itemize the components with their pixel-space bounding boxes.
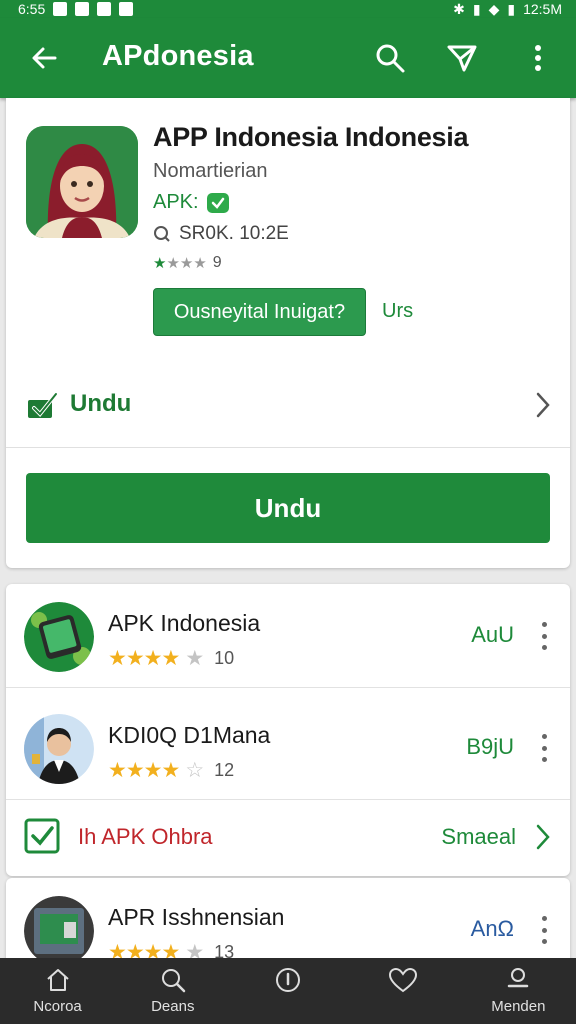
- list-item[interactable]: KDI0Q D1Mana ★★★★ ☆ 12 B9jU: [6, 696, 570, 800]
- related-apps-list: APK Indonesia ★★★★ ★ 10 AuU KDI0Q D1Mana …: [6, 584, 570, 876]
- status-time: 6:55: [18, 1, 46, 17]
- apk-row: APK:: [153, 191, 229, 214]
- promo-row-text: Ih APK Ohbra: [78, 824, 213, 849]
- list-item-action[interactable]: B9jU: [466, 734, 514, 760]
- profile-icon: [508, 968, 529, 988]
- nav-item-search[interactable]: Deans: [123, 958, 223, 1015]
- nav-item-home[interactable]: Ncoroa: [8, 958, 108, 1015]
- promo-side-link[interactable]: Urs: [382, 300, 413, 323]
- app-icon: [26, 126, 138, 238]
- verified-badge-icon: [206, 192, 229, 213]
- search-button[interactable]: [372, 40, 408, 76]
- app-bar: APdonesia: [0, 18, 576, 98]
- share-button[interactable]: [444, 40, 480, 76]
- more-vert-icon: [535, 45, 541, 71]
- notification-icon: [75, 2, 90, 16]
- nav-item-label: Menden: [491, 998, 546, 1015]
- status-bar: 6:55 ✱ ▮ ◆ ▮ 12:5M: [0, 0, 576, 18]
- promo-row[interactable]: Ih APK Ohbra Smaeal: [6, 800, 570, 876]
- app-avatar: [24, 714, 94, 784]
- promo-button[interactable]: Ousneyital Inuigat?: [153, 288, 366, 336]
- search-icon: [154, 226, 170, 242]
- battery-icon: ▮: [507, 0, 516, 17]
- chevron-right-icon: [534, 390, 552, 425]
- list-item-title: APR Isshnensian: [108, 904, 285, 930]
- app-title: APP Indonesia Indonesia: [153, 122, 469, 152]
- rating-count: 9: [212, 254, 222, 271]
- list-item[interactable]: APK Indonesia ★★★★ ★ 10 AuU: [6, 584, 570, 688]
- more-vert-icon[interactable]: [536, 734, 552, 762]
- rating-count: 10: [214, 648, 235, 668]
- search-icon: [161, 969, 186, 993]
- app-detail-card: APP Indonesia Indonesia Nomartierian APK…: [6, 98, 570, 568]
- apk-label: APK:: [153, 191, 199, 213]
- nav-item-label: Ncoroa: [33, 998, 82, 1015]
- notification-icon: [53, 2, 68, 16]
- more-vert-icon[interactable]: [536, 916, 552, 944]
- app-avatar: [24, 896, 94, 966]
- signal-icon: ▮: [472, 0, 481, 17]
- app-avatar: [24, 602, 94, 672]
- rating-count: 12: [214, 760, 235, 780]
- wifi-icon: ◆: [488, 0, 500, 17]
- chevron-right-icon: [534, 822, 552, 857]
- heart-icon: [389, 967, 418, 993]
- rating-row: ★★★★ 9: [153, 254, 222, 272]
- nav-item-profile[interactable]: Menden: [468, 958, 568, 1015]
- app-bar-title: APdonesia: [102, 40, 254, 72]
- nav-item-label: Deans: [151, 998, 195, 1015]
- download-row-label: Undu: [70, 390, 132, 417]
- search-icon: [376, 44, 405, 73]
- list-item-title: APK Indonesia: [108, 610, 261, 636]
- download-check-icon: [26, 390, 58, 425]
- bottom-navigation: Ncoroa Deans Menden: [0, 958, 576, 1024]
- status-right-time: 12:5M: [523, 1, 562, 17]
- back-button[interactable]: [26, 40, 62, 76]
- download-row[interactable]: Undu: [6, 368, 570, 448]
- arrow-left-icon: [32, 47, 57, 69]
- nav-item-info[interactable]: [238, 958, 338, 994]
- list-item-action[interactable]: AuU: [471, 622, 514, 648]
- rating-stars: ★★★★: [153, 255, 207, 272]
- download-button[interactable]: Undu: [26, 473, 550, 543]
- checkbox-icon: [24, 818, 60, 859]
- list-item-rating: ★★★★ ☆ 12: [108, 759, 235, 782]
- developer-name[interactable]: Nomartierian: [153, 160, 267, 183]
- bluetooth-icon: ✱: [453, 0, 465, 17]
- list-item-title: KDI0Q D1Mana: [108, 722, 271, 748]
- list-item-action[interactable]: AnΩ: [471, 916, 514, 942]
- list-item-rating: ★★★★ ★ 10: [108, 647, 235, 670]
- promo-row-action[interactable]: Smaeal: [441, 824, 516, 850]
- send-icon: [447, 45, 477, 72]
- overflow-menu-button[interactable]: [520, 40, 556, 76]
- info-icon: [275, 968, 300, 992]
- app-size: SR0K. 10:2E: [179, 223, 289, 244]
- home-icon: [46, 969, 69, 991]
- nav-item-favorites[interactable]: [353, 958, 453, 994]
- size-row: SR0K. 10:2E: [153, 223, 289, 245]
- notification-icon: [119, 2, 134, 16]
- notification-icon: [97, 2, 112, 16]
- more-vert-icon[interactable]: [536, 622, 552, 650]
